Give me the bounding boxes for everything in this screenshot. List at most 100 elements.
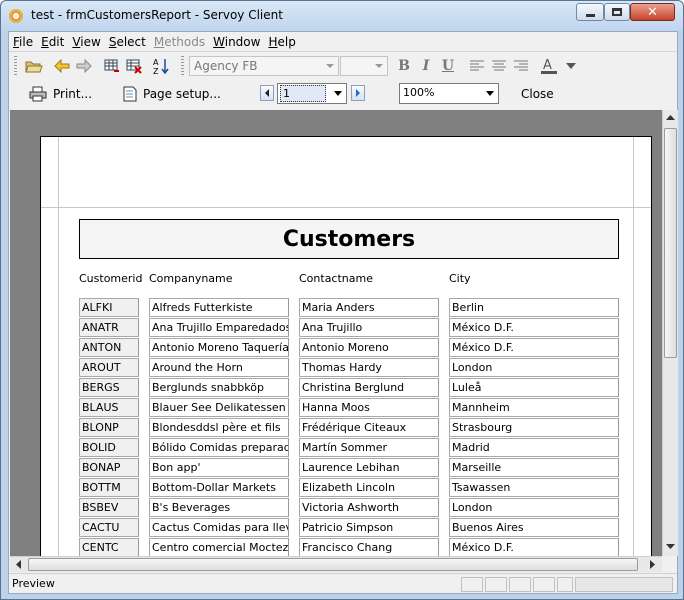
status-slot [485, 577, 507, 592]
status-slot [557, 577, 573, 592]
toolbar-grip[interactable] [14, 56, 17, 76]
vertical-scroll-thumb[interactable] [664, 128, 677, 358]
scroll-up-icon[interactable] [666, 114, 675, 120]
close-preview-button[interactable]: Close [521, 84, 554, 104]
print-label: Print... [53, 87, 93, 101]
menu-mnemonic: E [41, 34, 49, 49]
delete-record-icon[interactable] [125, 57, 143, 75]
report-cell: Francisco Chang [299, 538, 439, 556]
maximize-button[interactable] [604, 3, 630, 21]
report-cell: Martín Sommer [299, 438, 439, 457]
page-setup-button[interactable]: Page setup... [123, 84, 221, 104]
menu-item[interactable]: File [9, 35, 37, 49]
report-cell: BOTTM [79, 478, 139, 497]
close-window-button[interactable]: ✕ [630, 3, 675, 21]
menu-label: indow [224, 34, 261, 49]
report-cell: México D.F. [449, 338, 619, 357]
horizontal-scroll-thumb[interactable] [28, 558, 638, 571]
printer-icon [29, 86, 47, 102]
underline-icon[interactable]: U [439, 57, 457, 75]
report-cell: Bólido Comidas preparadas [149, 438, 289, 457]
scroll-down-icon[interactable] [666, 544, 675, 550]
print-preview-pane[interactable]: Customers Customerid Companyname Contactna… [10, 110, 662, 556]
chevron-down-icon [486, 91, 494, 96]
forward-arrow-icon[interactable] [75, 57, 93, 75]
align-left-icon[interactable] [468, 57, 486, 75]
minimize-button[interactable] [576, 3, 604, 21]
maximize-icon [612, 8, 622, 16]
font-family-combo[interactable]: Agency FB [189, 56, 339, 76]
report-cell: Maria Anders [299, 298, 439, 317]
next-page-button[interactable] [351, 85, 365, 101]
svg-text:Z: Z [153, 67, 159, 75]
menu-label: elect [116, 34, 146, 49]
report-cell: Patricio Simpson [299, 518, 439, 537]
report-cell: Christina Berglund [299, 378, 439, 397]
menu-item[interactable]: Methods [150, 35, 209, 49]
align-right-icon[interactable] [512, 57, 530, 75]
client-area: File Edit View Select Methods Window Help AZ [8, 31, 678, 594]
report-cell: México D.F. [449, 318, 619, 337]
vertical-scrollbar[interactable] [662, 110, 678, 556]
font-color-icon[interactable]: A [540, 57, 558, 75]
title-bar[interactable]: test - frmCustomersReport - Servoy Clien… [1, 1, 683, 31]
font-size-combo[interactable] [340, 56, 388, 76]
report-cell: Bon app' [149, 458, 289, 477]
bold-icon[interactable]: B [395, 57, 413, 75]
window-title: test - frmCustomersReport - Servoy Clien… [31, 8, 283, 22]
report-cell: Cactus Comidas para llevar [149, 518, 289, 537]
report-cell: Blondesddsl père et fils [149, 418, 289, 437]
report-cell: London [449, 358, 619, 377]
report-cell: Antonio Moreno Taquería [149, 338, 289, 357]
report-cell: CACTU [79, 518, 139, 537]
page-setup-label: Page setup... [143, 87, 221, 101]
zoom-select[interactable]: 100% [399, 83, 499, 104]
italic-icon[interactable]: I [417, 57, 435, 75]
font-color-dropdown-icon[interactable] [562, 57, 580, 75]
menu-label: ile [19, 34, 34, 49]
page-select[interactable]: 1 [277, 83, 347, 104]
report-cell: Laurence Lebihan [299, 458, 439, 477]
progress-bar [575, 577, 673, 592]
sort-icon[interactable]: AZ [152, 57, 170, 75]
back-arrow-icon[interactable] [53, 57, 71, 75]
status-slot [461, 577, 483, 592]
report-cell: Around the Horn [149, 358, 289, 377]
align-center-icon[interactable] [490, 57, 508, 75]
table-view-icon[interactable] [103, 57, 121, 75]
print-button[interactable]: Print... [29, 84, 92, 104]
report-cell: Mannheim [449, 398, 619, 417]
report-cell: BERGS [79, 378, 139, 397]
font-family-value: Agency FB [194, 59, 258, 73]
menu-label: iew [80, 34, 101, 49]
toolbar-grip[interactable] [181, 56, 184, 76]
zoom-value: 100% [403, 86, 435, 99]
report-cell: Antonio Moreno [299, 338, 439, 357]
column-header: Companyname [149, 272, 233, 285]
scroll-right-icon[interactable] [650, 560, 656, 569]
menu-item[interactable]: View [68, 35, 104, 49]
report-cell: Thomas Hardy [299, 358, 439, 377]
chevron-down-icon [326, 64, 334, 68]
menu-item[interactable]: Help [264, 35, 299, 49]
report-cell: ANATR [79, 318, 139, 337]
scroll-left-icon[interactable] [15, 560, 21, 569]
report-cell: Buenos Aires [449, 518, 619, 537]
report-cell: Blauer See Delikatessen [149, 398, 289, 417]
page-number-value: 1 [283, 87, 290, 100]
status-bar: Preview [9, 573, 677, 593]
horizontal-scrollbar[interactable] [10, 556, 662, 572]
report-cell: Bottom-Dollar Markets [149, 478, 289, 497]
menu-item[interactable]: Window [209, 35, 264, 49]
report-cell: B's Beverages [149, 498, 289, 517]
open-folder-icon[interactable] [25, 57, 43, 75]
report-cell: ANTON [79, 338, 139, 357]
status-slot [509, 577, 531, 592]
menu-item[interactable]: Select [105, 35, 150, 49]
report-cell: Madrid [449, 438, 619, 457]
page-number-field[interactable]: 1 [280, 85, 326, 102]
close-label: Close [521, 87, 554, 101]
menu-label: elp [277, 34, 296, 49]
menu-item[interactable]: Edit [37, 35, 68, 49]
previous-page-button[interactable] [260, 85, 274, 101]
